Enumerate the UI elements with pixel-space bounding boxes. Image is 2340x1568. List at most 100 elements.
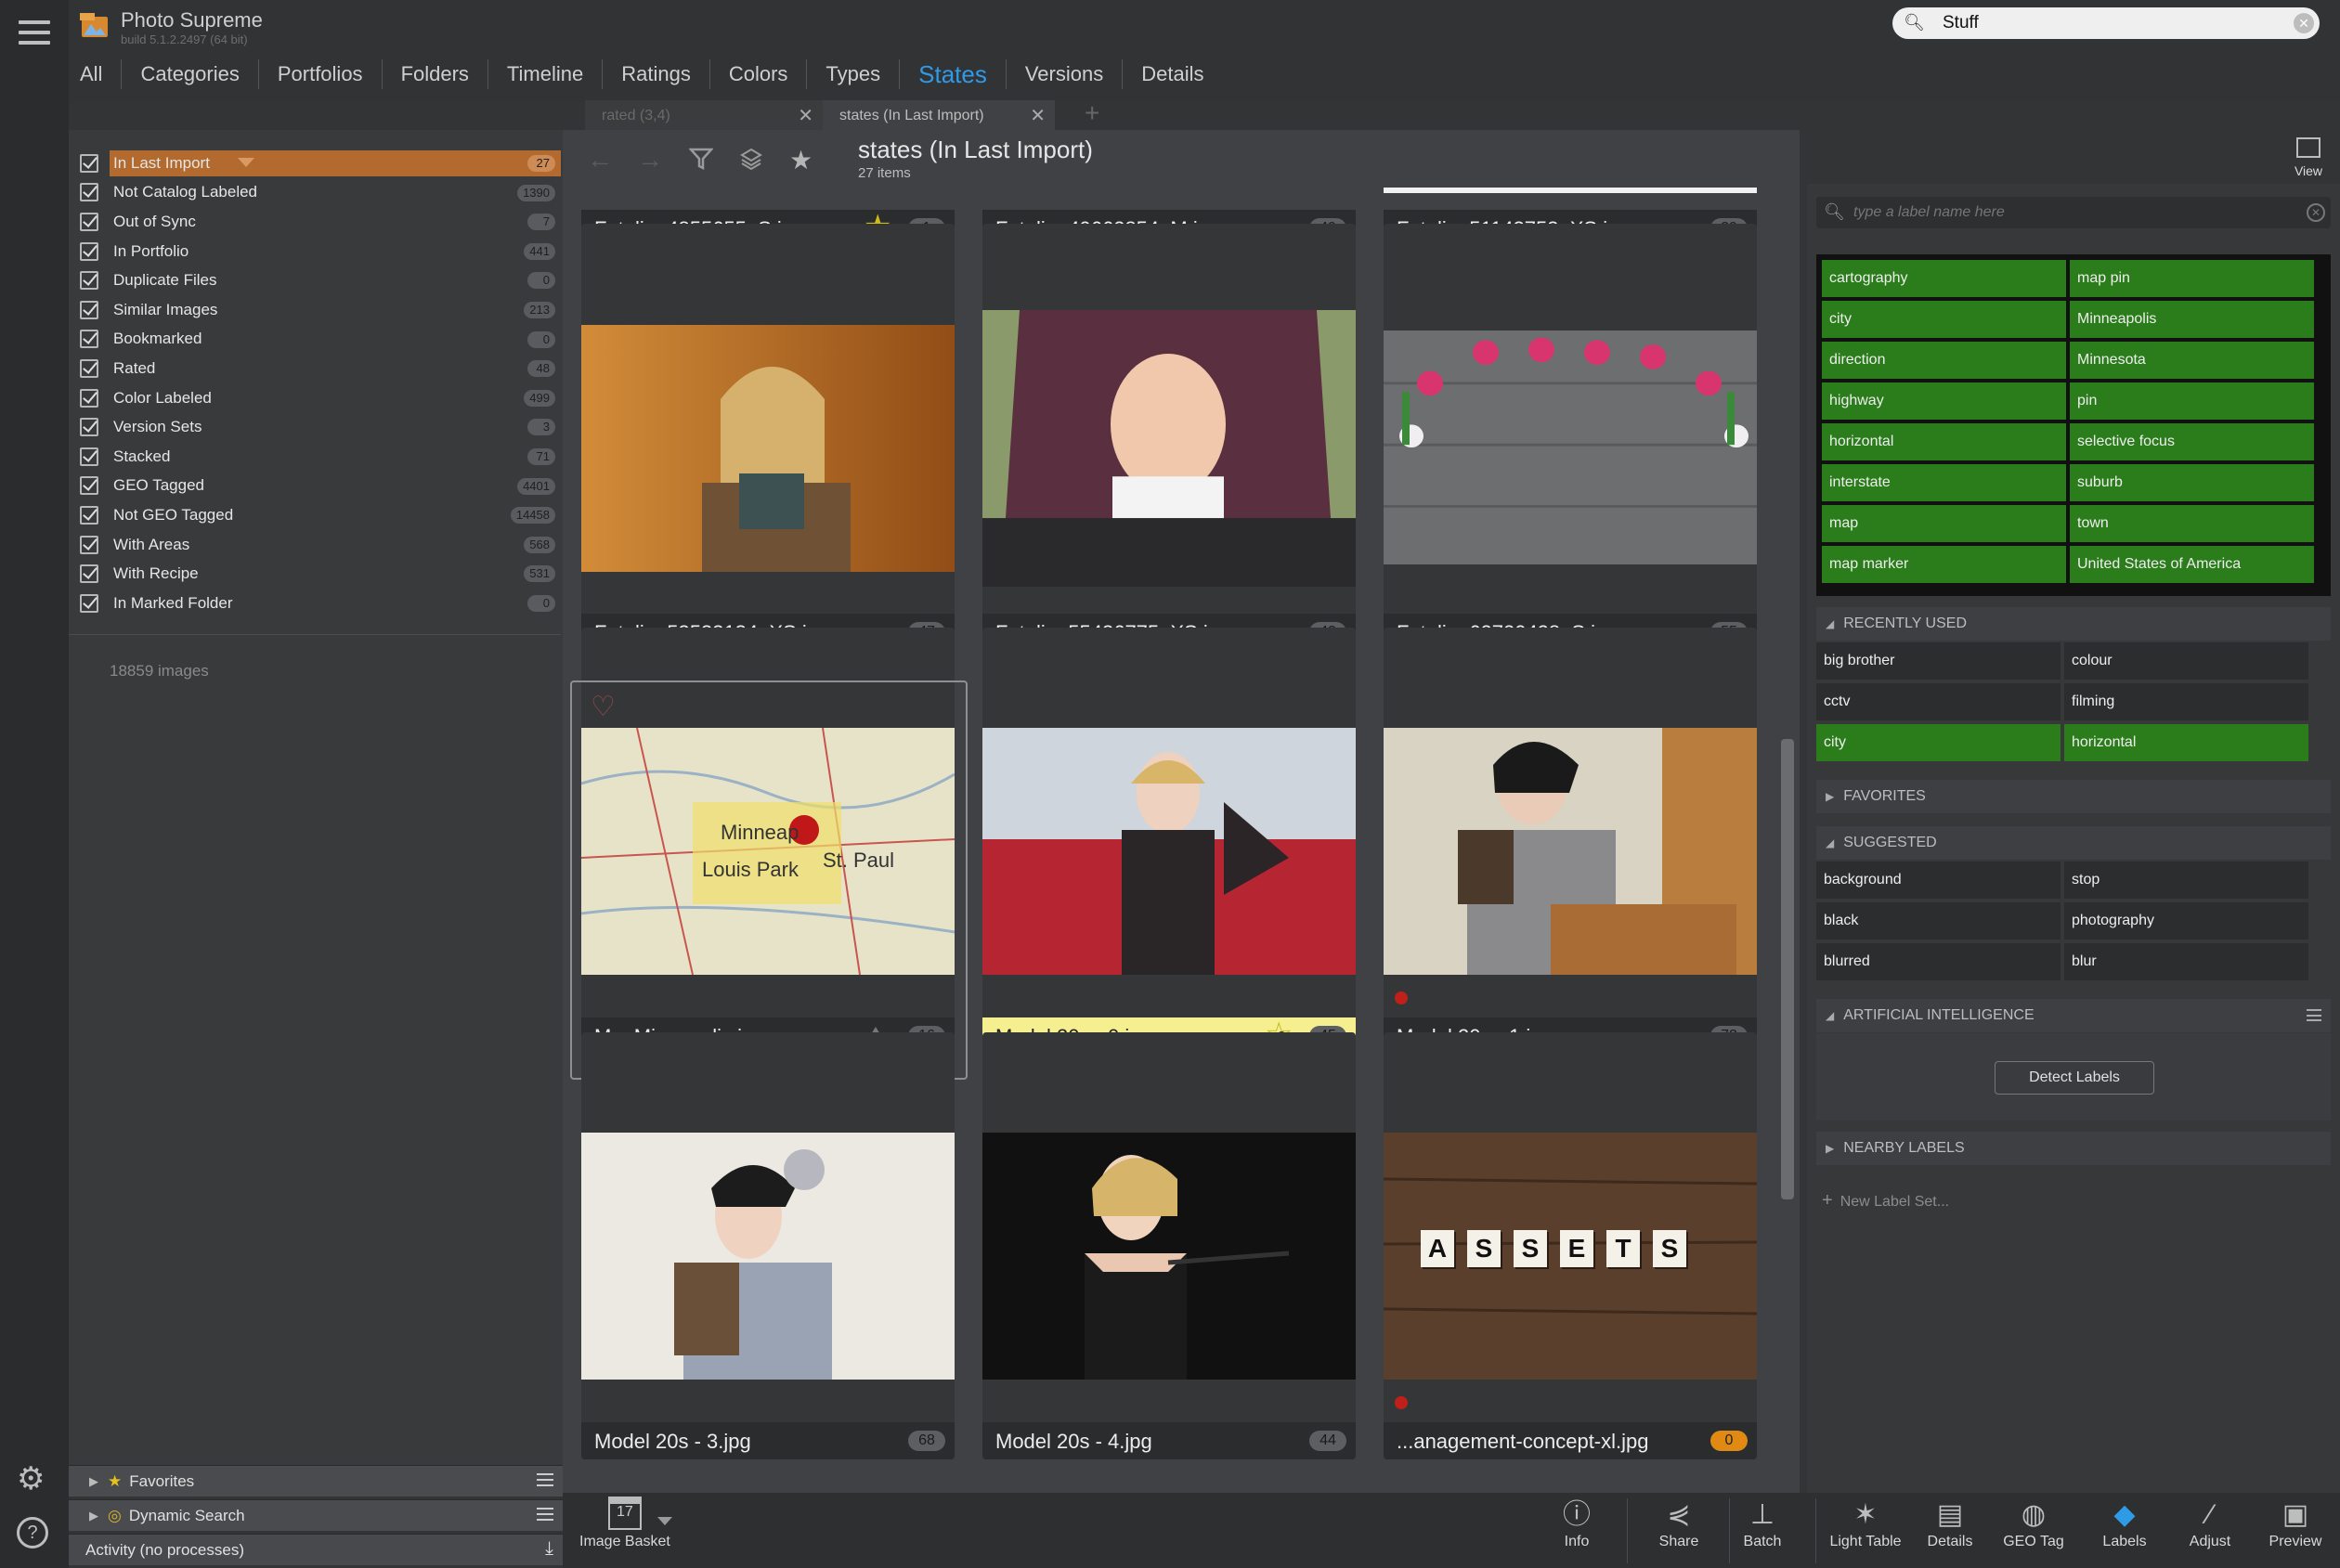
tab-states[interactable]: states (In Last Import) ✕	[823, 100, 1055, 130]
label-chip[interactable]: map marker	[1822, 546, 2066, 583]
label-chip[interactable]: colour	[2064, 642, 2308, 680]
bottom-button-batch[interactable]: ⊥ Batch	[1725, 1497, 1800, 1550]
bottom-button-details[interactable]: ▤ Details	[1913, 1497, 1987, 1550]
basket-dropdown-icon[interactable]	[657, 1517, 672, 1525]
label-chip[interactable]: Minnesota	[2070, 342, 2314, 379]
tab-versions[interactable]: Versions	[1005, 59, 1122, 89]
bottom-button-info[interactable]: ⓘ Info	[1540, 1497, 1614, 1550]
add-tab-icon[interactable]: +	[1085, 98, 1099, 128]
thumbnail-image[interactable]	[982, 310, 1356, 587]
label-chip[interactable]: Minneapolis	[2070, 301, 2314, 338]
state-item[interactable]: Out of Sync 7	[80, 207, 561, 237]
label-chip[interactable]: highway	[1822, 382, 2066, 420]
clear-search-icon[interactable]: ✕	[2294, 13, 2314, 33]
tab-all[interactable]: All	[69, 59, 121, 89]
nearby-labels-section[interactable]: ▶ NEARBY LABELS	[1816, 1132, 2331, 1165]
label-chip[interactable]: interstate	[1822, 464, 2066, 501]
close-tab-icon[interactable]: ✕	[1030, 104, 1046, 127]
grid-scrollbar[interactable]	[1781, 739, 1794, 1199]
section-menu-icon[interactable]	[2307, 1009, 2321, 1021]
favorites-section[interactable]: ▶ FAVORITES	[1816, 780, 2331, 813]
forward-arrow-icon[interactable]: →	[637, 145, 663, 175]
tab-types[interactable]: Types	[806, 59, 899, 89]
thumbnail-image[interactable]	[581, 325, 955, 572]
tab-timeline[interactable]: Timeline	[487, 59, 602, 89]
thumbnail-caption[interactable]: Model 20s - 4.jpg 44	[982, 1422, 1356, 1459]
label-chip[interactable]: United States of America	[2070, 546, 2314, 583]
state-item[interactable]: Not GEO Tagged 14458	[80, 500, 561, 530]
checkbox-icon[interactable]	[80, 418, 98, 437]
suggested-section[interactable]: ◢ SUGGESTED	[1816, 826, 2331, 860]
bottom-button-geo-tag[interactable]: ◍ GEO Tag	[1996, 1497, 2071, 1550]
menu-icon[interactable]	[19, 20, 50, 45]
star-filter-icon[interactable]: ★	[789, 145, 812, 175]
state-item[interactable]: In Marked Folder 0	[80, 589, 561, 618]
activity-panel[interactable]: Activity (no processes) ⤓	[69, 1534, 563, 1565]
state-item[interactable]: GEO Tagged 4401	[80, 472, 561, 501]
label-chip[interactable]: direction	[1822, 342, 2066, 379]
label-chip[interactable]: selective focus	[2070, 423, 2314, 460]
checkbox-icon[interactable]	[80, 476, 98, 496]
label-chip[interactable]: map pin	[2070, 260, 2314, 297]
bottom-button-labels[interactable]: ◆ Labels	[2087, 1497, 2162, 1550]
state-item[interactable]: Color Labeled 499	[80, 383, 561, 413]
tab-folders[interactable]: Folders	[381, 59, 488, 89]
checkbox-icon[interactable]	[80, 593, 98, 613]
checkbox-icon[interactable]	[80, 153, 98, 173]
checkbox-icon[interactable]	[80, 183, 98, 202]
label-search[interactable]: 🔍︎ ✕	[1816, 197, 2331, 228]
label-chip[interactable]: map	[1822, 505, 2066, 542]
help-icon[interactable]: ?	[17, 1517, 48, 1549]
label-chip[interactable]: city	[1822, 301, 2066, 338]
back-arrow-icon[interactable]: ←	[587, 145, 613, 175]
new-label-set-link[interactable]: + New Label Set...	[1822, 1190, 1949, 1212]
label-chip[interactable]: pin	[2070, 382, 2314, 420]
state-item[interactable]: With Areas 568	[80, 530, 561, 560]
label-chip[interactable]: horizontal	[2064, 724, 2308, 761]
download-icon[interactable]: ⤓	[545, 1538, 553, 1560]
thumbnail-caption[interactable]: Model 20s - 3.jpg 68	[581, 1422, 955, 1459]
tab-portfolios[interactable]: Portfolios	[257, 59, 382, 89]
checkbox-icon[interactable]	[80, 564, 98, 584]
thumbnail-image[interactable]	[1384, 728, 1757, 975]
label-chip[interactable]: stop	[2064, 862, 2308, 899]
checkbox-icon[interactable]	[80, 505, 98, 525]
state-item[interactable]: Not Catalog Labeled 1390	[80, 178, 561, 208]
clear-label-search-icon[interactable]: ✕	[2307, 203, 2325, 222]
checkbox-icon[interactable]	[80, 300, 98, 319]
checkbox-icon[interactable]	[80, 271, 98, 291]
state-item[interactable]: Rated 48	[80, 354, 561, 383]
tab-states[interactable]: States	[899, 59, 1006, 89]
ai-section[interactable]: ◢ ARTIFICIAL INTELLIGENCE	[1816, 999, 2331, 1032]
label-chip[interactable]: photography	[2064, 902, 2308, 940]
thumbnail-image[interactable]	[982, 728, 1356, 975]
tab-categories[interactable]: Categories	[121, 59, 257, 89]
stack-icon[interactable]	[739, 147, 763, 171]
label-chip[interactable]: background	[1816, 862, 2060, 899]
state-item[interactable]: Duplicate Files 0	[80, 266, 561, 295]
checkbox-icon[interactable]	[80, 330, 98, 349]
thumbnail-image[interactable]	[982, 1133, 1356, 1380]
dropdown-arrow-icon[interactable]	[238, 158, 254, 167]
label-chip[interactable]: suburb	[2070, 464, 2314, 501]
checkbox-icon[interactable]	[80, 241, 98, 261]
tab-details[interactable]: Details	[1122, 59, 1222, 89]
detect-labels-button[interactable]: Detect Labels	[1995, 1061, 2154, 1095]
search-input[interactable]: Stuff	[1943, 13, 1979, 33]
checkbox-icon[interactable]	[80, 212, 98, 231]
heart-icon[interactable]: ♡	[591, 691, 616, 723]
close-tab-icon[interactable]: ✕	[798, 104, 813, 127]
bottom-button-preview[interactable]: ▣ Preview	[2258, 1497, 2333, 1550]
state-item[interactable]: In Last Import 27	[80, 149, 561, 178]
panel-menu-icon[interactable]	[537, 1473, 553, 1486]
checkbox-icon[interactable]	[80, 447, 98, 466]
recently-used-section[interactable]: ◢ RECENTLY USED	[1816, 607, 2331, 641]
label-chip[interactable]: blurred	[1816, 943, 2060, 980]
checkbox-icon[interactable]	[80, 358, 98, 378]
label-chip[interactable]: cartography	[1822, 260, 2066, 297]
checkbox-icon[interactable]	[80, 535, 98, 554]
state-item[interactable]: Stacked 71	[80, 442, 561, 472]
label-chip[interactable]: black	[1816, 902, 2060, 940]
panel-menu-icon[interactable]	[537, 1508, 553, 1521]
tab-colors[interactable]: Colors	[708, 59, 807, 89]
